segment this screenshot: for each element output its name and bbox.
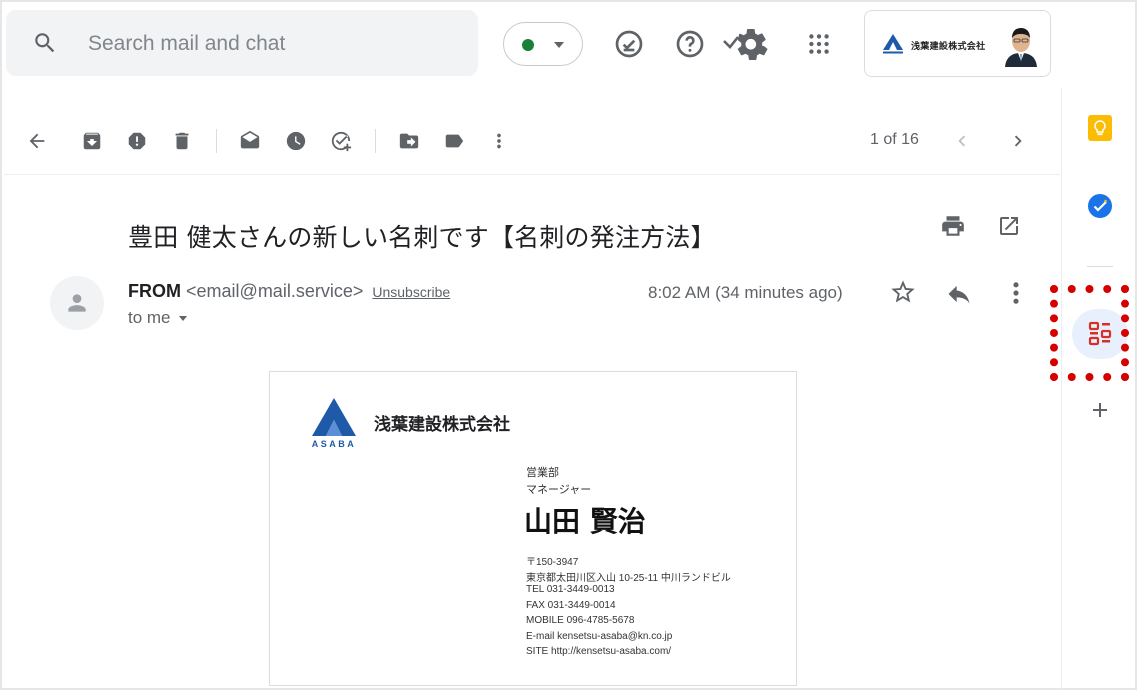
mark-unread-icon[interactable]: [239, 130, 261, 152]
pagination-count: 1 of 16: [870, 131, 919, 148]
card-site: SITE http://kensetsu-asaba.com/: [526, 646, 672, 657]
side-panel-divider: [1061, 88, 1062, 690]
card-address: 東京都太田川区入山 10-25-11 中川ランドビル: [526, 573, 731, 584]
card-fax: FAX 031-3449-0014: [526, 600, 616, 611]
unsubscribe-link[interactable]: Unsubscribe: [372, 284, 450, 300]
apps-grid-icon[interactable]: [806, 31, 832, 57]
account-switcher[interactable]: 浅葉建設株式会社: [864, 10, 1051, 77]
sender-line: FROM <email@mail.service> Unsubscribe: [128, 281, 450, 302]
status-dot: [522, 39, 534, 51]
card-department: 営業部: [526, 467, 559, 479]
highlight-box: [1050, 285, 1129, 381]
open-new-window-icon[interactable]: [997, 214, 1021, 238]
toolbar-divider: [216, 129, 217, 153]
toolbar-divider: [375, 129, 376, 153]
help-icon[interactable]: [674, 28, 706, 60]
tasks-icon[interactable]: [1087, 193, 1113, 219]
card-title: マネージャー: [526, 484, 592, 496]
star-icon[interactable]: [889, 278, 917, 306]
card-person-name: 山田 賢治: [524, 505, 646, 538]
card-mobile: MOBILE 096-4785-5678: [526, 615, 635, 626]
sender-email: <email@mail.service>: [186, 281, 364, 301]
chevron-down-icon: [554, 42, 564, 48]
chevron-down-icon[interactable]: [178, 316, 187, 322]
card-tel: TEL 031-3449-0013: [526, 584, 615, 595]
status-dropdown[interactable]: [503, 22, 583, 66]
asaba-logo: ASABA: [308, 396, 360, 450]
print-icon[interactable]: [940, 213, 966, 239]
tasks-check-circle-icon[interactable]: [613, 28, 645, 60]
more-vert-icon[interactable]: [1010, 279, 1022, 307]
recipient-details[interactable]: to me: [128, 308, 187, 328]
card-postal-code: 〒150-3947: [526, 557, 579, 568]
email-subject: 豊田 健太さんの新しい名刺です【名刺の発注方法】: [128, 223, 716, 252]
chevron-right-icon[interactable]: [1007, 130, 1029, 152]
business-card-image: ASABA 浅葉建設株式会社 営業部 マネージャー 山田 賢治 〒150-394…: [269, 371, 797, 686]
move-to-icon[interactable]: [398, 130, 420, 152]
card-email: E-mail kensetsu-asaba@kn.co.jp: [526, 631, 673, 642]
side-panel-separator: [1087, 266, 1113, 267]
search-icon[interactable]: [32, 30, 58, 56]
archive-icon[interactable]: [81, 130, 103, 152]
email-timestamp: 8:02 AM (34 minutes ago): [648, 283, 843, 302]
recipient-label: to me: [128, 308, 171, 327]
keep-icon[interactable]: [1087, 114, 1113, 142]
card-logo-text: ASABA: [312, 439, 357, 449]
sender-avatar: [50, 276, 104, 330]
add-addon-plus-icon[interactable]: [1088, 398, 1112, 422]
toolbar-divider-line: [4, 174, 1060, 175]
more-vert-icon[interactable]: [488, 130, 510, 152]
account-company-name: 浅葉建設株式会社: [911, 41, 986, 51]
company-logo-icon: [881, 33, 905, 55]
label-icon[interactable]: [443, 130, 465, 152]
card-company-name: 浅葉建設株式会社: [374, 415, 510, 435]
reply-icon[interactable]: [944, 280, 974, 308]
add-to-tasks-icon[interactable]: [330, 130, 352, 152]
settings-gear-icon[interactable]: [722, 27, 768, 61]
snooze-clock-icon[interactable]: [285, 130, 307, 152]
search-bar[interactable]: Search mail and chat: [6, 10, 478, 76]
delete-icon[interactable]: [171, 130, 193, 152]
sender-name: FROM: [128, 281, 181, 301]
search-input[interactable]: Search mail and chat: [88, 32, 285, 56]
chevron-left-icon[interactable]: [951, 130, 973, 152]
avatar: [1001, 21, 1041, 67]
back-arrow-icon[interactable]: [26, 130, 48, 152]
report-spam-icon[interactable]: [126, 130, 148, 152]
